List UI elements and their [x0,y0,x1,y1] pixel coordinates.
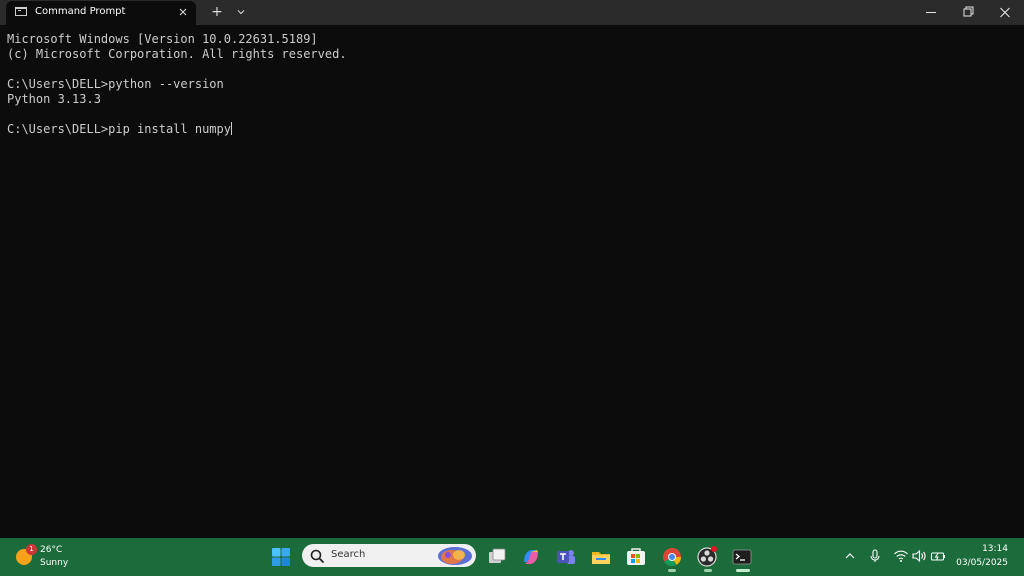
copilot-icon[interactable] [518,544,544,570]
search-highlight-icon [438,547,472,565]
weather-widget[interactable]: 1 26°C Sunny [8,541,88,573]
task-view-icon[interactable] [484,544,510,570]
microphone-icon[interactable] [867,548,883,564]
terminal-icon[interactable] [729,544,755,570]
cmd-icon [15,7,27,16]
obs-running-indicator [704,569,712,572]
minimize-button[interactable] [912,0,950,25]
chrome-running-indicator [668,569,676,572]
desktop-screen: Command Prompt + Microsoft Windows [Vers… [0,0,1024,576]
start-icon[interactable] [268,544,294,570]
clock-date[interactable]: 03/05/2025 [940,558,1008,568]
tab-close-icon[interactable] [176,5,190,19]
file-explorer-icon[interactable] [588,544,614,570]
new-tab-button[interactable]: + [209,4,225,20]
terminal-line: (c) Microsoft Corporation. All rights re… [7,47,347,61]
chevron-up-icon[interactable] [842,548,858,564]
volume-icon[interactable] [911,548,927,564]
chrome-icon[interactable] [659,544,685,570]
weather-temperature: 26°C [40,545,63,555]
terminal-active-indicator [736,569,750,572]
restore-button[interactable] [949,0,987,25]
weather-badge: 1 [26,544,37,555]
terminal-command-text: C:\Users\DELL>pip install numpy [7,122,231,136]
terminal-output[interactable]: Microsoft Windows [Version 10.0.22631.51… [0,25,1024,538]
chevron-down-icon[interactable] [233,4,249,20]
terminal-line: Python 3.13.3 [7,92,101,106]
search-icon [310,549,324,563]
obs-icon[interactable] [694,544,720,570]
title-bar: Command Prompt + [0,0,1024,25]
close-window-button[interactable] [986,0,1024,25]
taskbar: 1 26°C Sunny Search 13:14 03/05/2025 [0,538,1024,576]
terminal-line: C:\Users\DELL>python --version [7,77,224,91]
teams-icon[interactable] [553,544,579,570]
search-input[interactable]: Search [302,544,476,567]
tab-title: Command Prompt [35,6,126,17]
microsoft-store-icon[interactable] [623,544,649,570]
wifi-icon[interactable] [893,548,909,564]
terminal-line: Microsoft Windows [Version 10.0.22631.51… [7,32,318,46]
clock-time[interactable]: 13:14 [940,544,1008,554]
text-cursor [230,122,232,135]
terminal-prompt-line[interactable]: C:\Users\DELL>pip install numpy [7,122,232,136]
search-placeholder: Search [331,549,366,560]
tab-command-prompt[interactable]: Command Prompt [6,1,196,25]
weather-condition: Sunny [40,558,69,568]
